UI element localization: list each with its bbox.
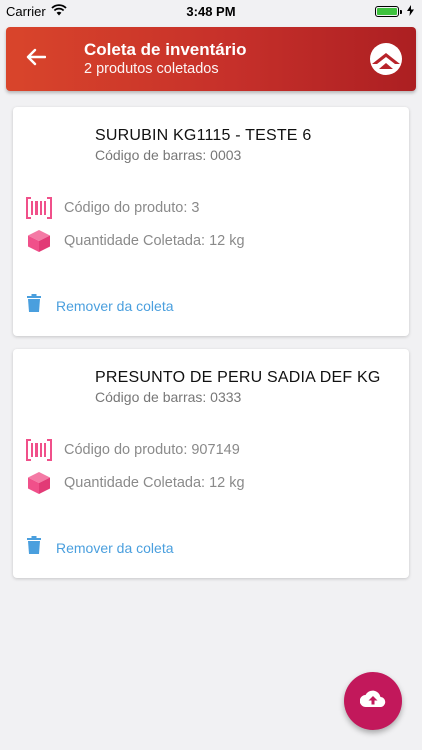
upload-fab-button[interactable] [344,672,402,730]
product-name: SURUBIN KG1115 - TESTE 6 [95,127,312,144]
barcode-icon [26,195,52,221]
wifi-icon [51,3,67,19]
charging-icon [407,4,414,19]
remove-label: Remover da coleta [56,539,174,556]
back-button[interactable] [6,27,66,91]
page-subtitle: 2 produtos coletados [84,61,219,77]
battery-icon [375,5,402,17]
product-barcode: Código de barras: 0003 [95,147,242,163]
product-card: SURUBIN KG1115 - TESTE 6 Código de barra… [13,107,409,336]
box-icon [26,228,52,254]
quantity-collected: Quantidade Coletada: 12 kg [64,233,245,249]
quantity-row: Quantidade Coletada: 12 kg [26,228,245,254]
quantity-collected: Quantidade Coletada: 12 kg [64,475,245,491]
quantity-row: Quantidade Coletada: 12 kg [26,470,245,496]
page-title: Coleta de inventário [84,40,247,59]
arrow-left-icon [26,48,47,71]
product-code-row: Código do produto: 3 [26,195,199,221]
trash-icon [27,294,41,317]
carrier-label: Carrier [6,3,46,19]
status-bar: Carrier 3:48 PM [0,0,422,22]
remove-button[interactable]: Remover da coleta [27,294,174,317]
barcode-icon [26,437,52,463]
product-name: PRESUNTO DE PERU SADIA DEF KG [95,369,381,386]
product-code: Código do produto: 3 [64,200,200,216]
product-barcode: Código de barras: 0333 [95,389,242,405]
app-header: Coleta de inventário 2 produtos coletado… [6,27,416,91]
product-card: PRESUNTO DE PERU SADIA DEF KG Código de … [13,349,409,578]
brand-logo-icon [356,27,416,91]
remove-button[interactable]: Remover da coleta [27,536,174,559]
product-code: Código do produto: 907149 [64,442,240,458]
remove-label: Remover da coleta [56,297,174,314]
trash-icon [27,536,41,559]
cloud-upload-icon [359,689,386,714]
box-icon [26,470,52,496]
product-code-row: Código do produto: 907149 [26,437,240,463]
